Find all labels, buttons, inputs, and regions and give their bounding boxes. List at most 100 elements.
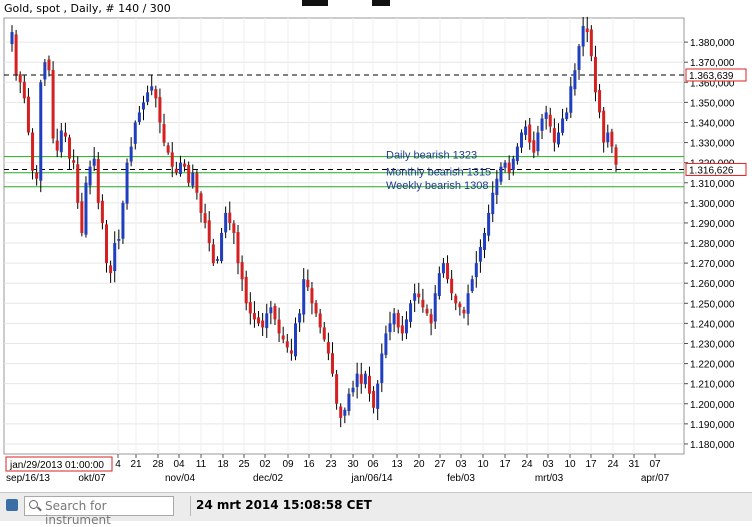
candle-down <box>109 265 113 274</box>
level-annotation: Weekly bearish 1308 <box>386 180 489 192</box>
price-tick-label: 1.280,000 <box>690 239 735 250</box>
price-chart[interactable]: 1.380,0001.370,0001.360,0001.350,0001.34… <box>0 0 752 492</box>
candle-down <box>330 353 334 374</box>
candle-down <box>425 308 429 314</box>
day-tick-label: 24 <box>521 459 533 470</box>
candle-up <box>380 353 384 383</box>
price-tick-label: 1.380,000 <box>690 38 735 49</box>
price-tick-label: 1.240,000 <box>690 319 735 330</box>
candle-up <box>39 82 43 181</box>
day-tick-label: 10 <box>477 459 489 470</box>
candle-down <box>450 278 454 294</box>
day-tick-label: 4 <box>115 459 121 470</box>
candle-down <box>232 223 236 233</box>
candle-up <box>437 273 441 296</box>
candle-up <box>519 132 523 148</box>
candle-up <box>487 212 491 236</box>
candle-up <box>441 263 445 274</box>
candle-down <box>240 262 244 280</box>
day-tick-label: 13 <box>391 459 403 470</box>
search-placeholder: Search for instrument <box>45 499 111 527</box>
candle-up <box>433 293 437 322</box>
candle-down <box>322 327 326 340</box>
candle-down <box>80 201 84 233</box>
divider <box>190 496 191 516</box>
candle-up <box>544 112 548 119</box>
candle-down <box>610 131 614 147</box>
month-label: apr/07 <box>641 473 670 484</box>
day-tick-label: 07 <box>649 459 661 470</box>
day-tick-label: 03 <box>542 459 554 470</box>
candle-down <box>51 69 55 139</box>
price-tick-label: 1.220,000 <box>690 360 735 371</box>
candle-up <box>59 130 63 153</box>
candle-down <box>589 29 593 57</box>
candle-up <box>92 158 96 166</box>
candle-down <box>552 128 556 143</box>
candle-down <box>166 145 170 153</box>
candle-down <box>35 172 39 179</box>
candle-up <box>215 259 219 261</box>
candle-up <box>556 132 560 145</box>
candle-down <box>76 164 80 203</box>
candle-down <box>598 90 602 113</box>
candle-up <box>581 26 585 47</box>
candle-down <box>55 140 59 151</box>
candle-up <box>113 243 117 272</box>
candle-down <box>170 152 174 167</box>
candle-down <box>429 314 433 324</box>
candle-down <box>532 140 536 153</box>
candle-up <box>121 202 125 239</box>
candle-up <box>224 212 228 233</box>
annotations: Daily bearish 1323 Monthly bearish 1315We… <box>386 150 491 192</box>
candle-down <box>367 375 371 394</box>
candle-down <box>289 350 293 354</box>
day-tick-label: 25 <box>238 459 250 470</box>
candle-down <box>462 309 466 314</box>
price-tick-label: 1.300,000 <box>690 199 735 210</box>
price-tick-label: 1.330,000 <box>690 139 735 150</box>
candle-down <box>372 390 376 408</box>
candle-down <box>614 147 618 165</box>
candle-up <box>302 279 306 315</box>
candle-down <box>248 302 252 314</box>
candle-up <box>573 70 577 90</box>
candle-down <box>285 341 289 348</box>
candle-up <box>409 303 413 322</box>
candle-down <box>47 59 51 71</box>
candle-down <box>458 303 462 308</box>
month-label: mrt/03 <box>535 473 564 484</box>
candle-up <box>536 132 540 152</box>
candle-down <box>207 220 211 244</box>
price-axis: 1.380,0001.370,0001.360,0001.350,0001.34… <box>684 38 747 451</box>
candle-up <box>561 118 565 133</box>
day-tick-label: 02 <box>259 459 271 470</box>
instrument-search-input[interactable]: Search for instrument <box>24 496 174 527</box>
candle-up <box>265 313 269 329</box>
candle-up <box>178 162 182 175</box>
candle-up <box>495 178 499 195</box>
candle-up <box>137 112 141 122</box>
month-label: okt/07 <box>78 473 106 484</box>
candle-down <box>105 224 109 264</box>
day-tick-label: 31 <box>628 459 640 470</box>
day-tick-label: 28 <box>152 459 164 470</box>
candle-down <box>310 288 314 304</box>
candle-down <box>454 295 458 304</box>
candle-up <box>503 162 507 168</box>
day-tick-label: 24 <box>607 459 619 470</box>
candle-down <box>174 168 178 173</box>
candle-up <box>363 373 367 385</box>
app-icon[interactable] <box>6 499 18 511</box>
day-tick-label: 30 <box>347 459 359 470</box>
candle-up <box>351 387 355 393</box>
candle-down <box>252 313 256 320</box>
candle-down <box>228 212 232 223</box>
status-datetime: 24 mrt 2014 15:08:58 CET <box>196 498 372 512</box>
candle-down <box>314 302 318 314</box>
month-label: sep/16/13 <box>6 473 50 484</box>
candle-down <box>203 213 207 223</box>
candle-up <box>355 373 359 387</box>
candle-down <box>158 97 162 123</box>
level-annotation: Daily bearish 1323 <box>386 150 477 162</box>
